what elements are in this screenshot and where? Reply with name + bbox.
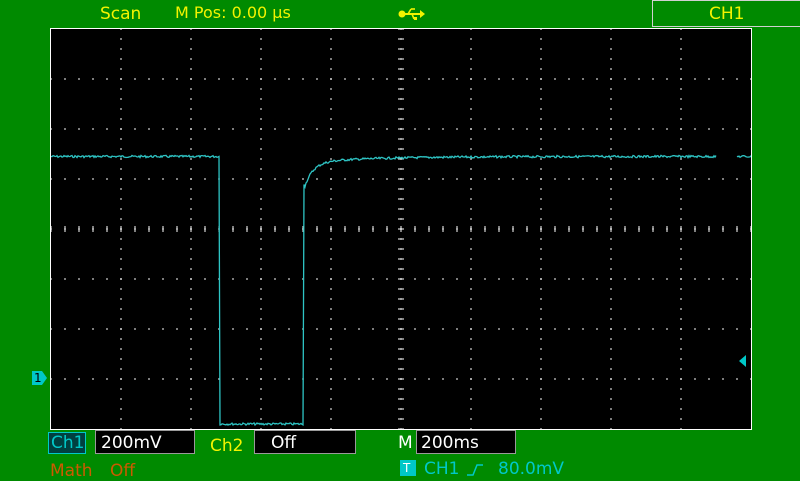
usb-icon [398,6,426,20]
math-label[interactable]: Math [50,461,93,481]
ch2-label[interactable]: Ch2 [210,436,243,456]
ch1-trace-segment [51,154,717,427]
ch1-scale-value: 200mV [101,433,162,453]
trigger-badge-label: T [403,461,411,475]
math-value: Off [110,461,136,481]
ch1-button[interactable]: Ch1 [48,432,86,454]
timebase-label: M [398,433,413,453]
timebase-field[interactable]: 200ms [416,430,516,454]
ch2-scale-field[interactable]: Off [254,430,356,454]
ch1-trace-segment [736,155,751,159]
ch1-scale-field[interactable]: 200mV [95,430,195,454]
timebase-value: 200ms [421,433,479,453]
trigger-level: 80.0mV [498,459,565,479]
ch1-ground-marker[interactable]: 1 [32,370,48,386]
horizontal-position-readout: M Pos: 0.00 µs [175,3,291,22]
channel-tab[interactable]: CH1 [652,0,800,27]
ch1-trace [51,154,751,427]
ch2-scale-value: Off [271,433,297,453]
trigger-source: CH1 [424,459,460,479]
trigger-level-marker[interactable] [738,352,748,367]
waveform-display [50,28,752,430]
channel-tab-label: CH1 [709,4,745,24]
rising-edge-icon [466,462,484,476]
ch1-label: Ch1 [51,433,85,453]
acquire-mode-label: Scan [100,4,142,24]
trigger-badge: T [400,460,416,476]
ch1-ground-marker-label: 1 [34,371,42,385]
